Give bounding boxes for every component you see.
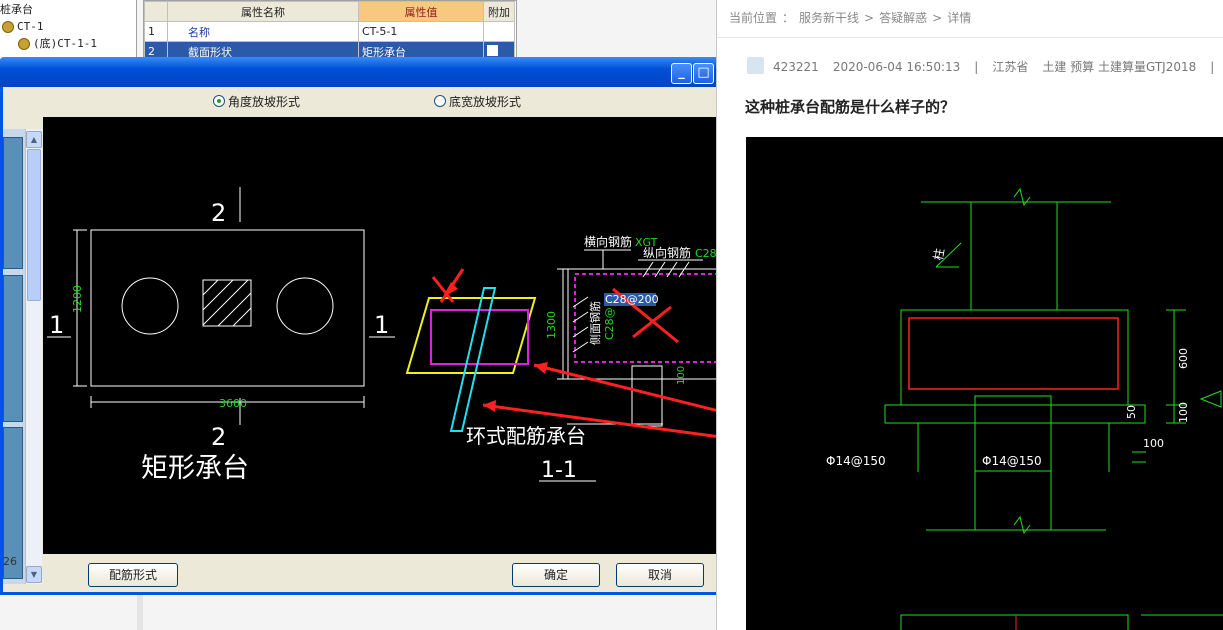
label-horizontal-rebar: 横向钢筋 (584, 234, 632, 249)
dimension-100-vertical: 100 (1177, 402, 1190, 423)
breadcrumb-link-qa[interactable]: 答疑解惑 (879, 11, 927, 25)
section-mark-right: 1 (374, 311, 389, 339)
scroll-up-icon[interactable]: ▲ (26, 131, 42, 148)
question-title: 这种桩承台配筋是什么样子的？ (745, 98, 956, 116)
meta-separator: | (1210, 60, 1215, 74)
section-label: 1-1 (541, 458, 577, 483)
section-mark-top: 2 (211, 199, 226, 227)
background-panel (143, 595, 716, 630)
breadcrumb-sep: > (864, 11, 875, 25)
table-row[interactable]: 1 名称 CT-5-1 (144, 21, 515, 42)
rebar-form-button[interactable]: 配筋形式 (88, 563, 178, 587)
label-longitudinal-rebar: 纵向钢筋 (643, 245, 691, 260)
dimension-100-horizontal: 100 (1143, 437, 1164, 450)
dimension-100: 100 (676, 366, 687, 385)
slope-type-radio-group: 角度放坡形式 底宽放坡形式 (41, 87, 738, 117)
breadcrumb: 当前位置 ： 服务新干线 > 答疑解惑 > 详情 (729, 9, 976, 26)
shape-thumbnail[interactable] (3, 137, 23, 269)
meta-separator: | (974, 60, 979, 74)
column-header-extra: 附加 (483, 1, 515, 22)
row-number: 1 (144, 21, 168, 42)
pile-cap-outline (90, 229, 365, 387)
section-mark-left: 1 (49, 311, 64, 339)
thumbnail-number: 26 (3, 555, 17, 568)
tree-item-label: 桩承台 (0, 3, 33, 16)
minimize-icon[interactable]: _ (671, 63, 692, 84)
scroll-down-icon[interactable]: ▼ (26, 566, 42, 583)
radio-label: 角度放坡形式 (228, 95, 301, 109)
dimension-50: 50 (1125, 405, 1138, 419)
scroll-thumb[interactable] (27, 149, 41, 301)
breadcrumb-sep: ： (782, 11, 795, 25)
cad-preview-canvas[interactable]: 2 2 1 1 1200 3600 矩形承台 环式配筋承台 1-1 横向钢筋 X… (43, 117, 738, 554)
rebar-cage (908, 317, 1119, 390)
province: 江苏省 (992, 60, 1029, 74)
tree-item-label: CT-1 (17, 20, 44, 33)
divider (717, 37, 1223, 38)
rebar-label-right: Φ14@150 (982, 454, 1042, 468)
column-header-value: 属性值 (358, 1, 484, 22)
qa-webpage: 当前位置 ： 服务新干线 > 答疑解惑 > 详情 423221 2020-06-04 16:5… (716, 0, 1223, 630)
dialog-body: 角度放坡形式 底宽放坡形式 26 ▲ ▼ 2 2 1 1 1200 3600 矩… (3, 87, 738, 592)
radio-label: 底宽放坡形式 (449, 95, 522, 109)
rebar-label-left: Φ14@150 (826, 454, 886, 468)
question-meta: 423221 2020-06-04 16:50:13 | 江苏省 土建 预算 土建算量G… (773, 58, 1223, 75)
question-tags: 土建 预算 土建算量GTJ2018 (1042, 60, 1197, 74)
avatar[interactable] (747, 57, 764, 74)
property-grid[interactable]: 属性名称 属性值 附加 1 名称 CT-5-1 2 截面形状 矩形承台 (143, 0, 517, 60)
breadcrumb-current: 详情 (947, 11, 972, 25)
pile-circle-right (276, 277, 334, 335)
property-value[interactable]: CT-5-1 (358, 21, 484, 42)
breadcrumb-link-service[interactable]: 服务新干线 (799, 11, 859, 25)
rebar-side: C28@ (603, 307, 616, 340)
tree-item-ct-1-1[interactable]: (底)CT-1-1 (18, 36, 97, 51)
shape-thumbnail-list[interactable]: 26 (3, 129, 25, 584)
property-extra[interactable] (483, 21, 515, 42)
shape-label: 矩形承台 (141, 453, 249, 484)
tree-item-pile-cap[interactable]: 桩承台 (0, 2, 33, 17)
gear-icon (18, 38, 30, 50)
breadcrumb-sep: > (932, 11, 943, 25)
radio-checked-icon (213, 95, 225, 107)
dimension-height: 1200 (71, 285, 84, 313)
maximize-icon[interactable]: □ (693, 63, 714, 84)
property-name: 名称 (167, 21, 359, 42)
user-id[interactable]: 423221 (773, 60, 819, 74)
label-side-rebar: 侧面钢筋 (588, 301, 602, 345)
dialog-titlebar[interactable]: _ □ ✕ (0, 57, 741, 87)
cad-drawing: 2 2 1 1 1200 3600 矩形承台 环式配筋承台 1-1 横向钢筋 X… (47, 187, 738, 484)
cancel-button[interactable]: 取消 (616, 563, 704, 587)
ok-button[interactable]: 确定 (512, 563, 600, 587)
cad-detail-drawing: 柱 600 50 100 100 Φ14@150 Φ14@150 (826, 187, 1223, 630)
radio-unchecked-icon (434, 95, 446, 107)
post-datetime: 2020-06-04 16:50:13 (832, 60, 961, 74)
ring-label: 环式配筋承台 (466, 424, 586, 448)
dimension-1300: 1300 (545, 311, 558, 339)
gear-icon (2, 21, 14, 33)
annotation-arrow (533, 363, 738, 418)
column-label: 柱 (930, 247, 947, 261)
shape-thumbnail[interactable] (3, 275, 23, 422)
row-number-header (144, 1, 168, 22)
radio-width-slope[interactable]: 底宽放坡形式 (434, 95, 521, 109)
dimension-600: 600 (1177, 348, 1190, 369)
breadcrumb-label: 当前位置 (729, 11, 778, 25)
pile-cap-dialog: _ □ ✕ 角度放坡形式 底宽放坡形式 26 ▲ ▼ (0, 57, 741, 595)
component-tree[interactable]: 桩承台 CT-1 (底)CT-1-1 (0, 0, 137, 58)
pile-circle-left (121, 277, 179, 335)
radio-angle-slope[interactable]: 角度放坡形式 (213, 95, 300, 109)
rebar-mid: C28@200 (605, 293, 659, 306)
question-cad-image[interactable]: 柱 600 50 100 100 Φ14@150 Φ14@150 (746, 137, 1223, 630)
tree-item-ct-1[interactable]: CT-1 (2, 19, 44, 34)
column-header-name: 属性名称 (167, 1, 359, 22)
section-mark-bottom: 2 (211, 423, 226, 451)
vertical-scrollbar[interactable]: ▲ ▼ (25, 129, 42, 584)
tree-item-label: (底)CT-1-1 (33, 37, 97, 50)
dimension-width: 3600 (219, 397, 247, 410)
